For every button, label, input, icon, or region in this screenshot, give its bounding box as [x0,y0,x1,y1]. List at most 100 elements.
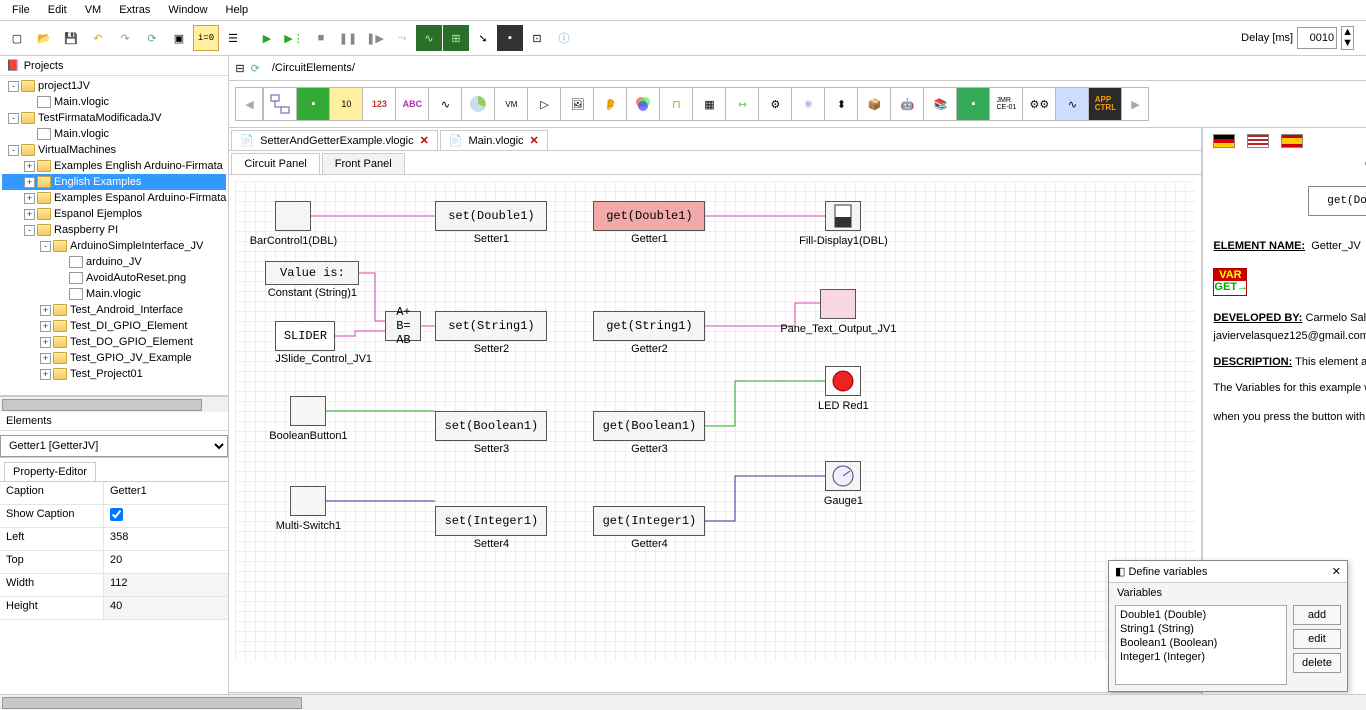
step-button[interactable]: ❚▶ [362,25,388,51]
tree-item[interactable]: arduino_JV [2,254,226,270]
graph2-button[interactable]: ⊞ [443,25,469,51]
variables-list[interactable]: Double1 (Double)String1 (String)Boolean1… [1202,605,1287,685]
block-const[interactable]: Value is: [265,261,359,285]
block-multi[interactable] [290,486,326,516]
tree-item[interactable]: +English Examples [2,174,226,190]
pal-ear-icon[interactable]: 👂 [593,87,627,121]
pal-jmr-icon[interactable]: JMRCE-01 [989,87,1023,121]
tree-item[interactable]: +Examples Espanol Arduino-Firmata [2,190,226,206]
pause-button[interactable]: ❚❚ [335,25,361,51]
open-button[interactable]: 📂 [31,25,57,51]
expand-icon[interactable]: + [24,209,35,220]
close-icon[interactable]: ✕ [420,134,429,147]
property-value[interactable]: 20 [104,551,228,573]
tab-setter-getter[interactable]: 📄 SetterAndGetterExample.vlogic ✕ [231,130,437,150]
dialog-edit-button[interactable]: edit [1293,629,1341,649]
pal-gear-icon[interactable]: ⚙ [758,87,792,121]
pal-sine-icon[interactable]: ∿ [1055,87,1089,121]
dialog-add-button[interactable]: add [1293,605,1341,625]
debug-button[interactable]: ▶⋮ [281,25,307,51]
pal-diagram-icon[interactable] [263,87,297,121]
pal-books-icon[interactable]: 📚 [923,87,957,121]
circuit-canvas[interactable]: BarControl1(DBL)set(Double1)Setter1get(D… [235,181,1195,661]
terminal-button[interactable]: ▪ [497,25,523,51]
block-ab[interactable]: A+ B= AB [385,311,421,341]
expand-icon[interactable]: + [40,305,51,316]
block-boolbtn[interactable] [290,396,326,426]
select-button[interactable]: ▣ [166,25,192,51]
tree-item[interactable]: Main.vlogic [2,286,226,302]
tree-item[interactable]: +Test_Project01 [2,366,226,382]
window-button[interactable]: ⊡ [524,25,550,51]
pal-resize-icon[interactable]: ⇿ [725,87,759,121]
pal-robot-icon[interactable]: 🤖 [890,87,924,121]
pal-grid-icon[interactable]: ▦ [692,87,726,121]
block-get_bo[interactable]: get(Boolean1) [593,411,705,441]
tree-item[interactable]: -Raspberry PI [2,222,226,238]
project-tree[interactable]: -project1JVMain.vlogic-TestFirmataModifi… [0,76,228,396]
stop-button[interactable]: ■ [308,25,334,51]
pal-flow-icon[interactable]: ⬍ [824,87,858,121]
pal-10-icon[interactable]: 10 [329,87,363,121]
tree-item[interactable]: -VirtualMachines [2,142,226,158]
info-button[interactable]: ⓘ [551,25,577,51]
property-value[interactable]: 358 [104,528,228,550]
property-editor-tab[interactable]: Property-Editor [4,462,96,481]
expand-icon[interactable]: - [8,145,19,156]
tree-item[interactable]: -ArduinoSimpleInterface_JV [2,238,226,254]
pal-green-icon[interactable]: ▪ [296,87,330,121]
run-button[interactable]: ▶ [254,25,280,51]
flag-es-icon[interactable] [1281,134,1303,148]
tree-item[interactable]: +Test_DO_GPIO_Element [2,334,226,350]
expand-icon[interactable]: + [24,193,35,204]
variable-item[interactable]: String1 (String) [1202,622,1284,636]
menu-file[interactable]: File [4,2,38,18]
variables-button[interactable]: i=0 [193,25,219,51]
property-value[interactable] [104,505,228,527]
tree-hscroll[interactable] [0,396,228,412]
flag-us-icon[interactable] [1247,134,1269,148]
step-into-button[interactable]: ⤳ [389,25,415,51]
expand-icon[interactable]: - [8,113,19,124]
block-fill[interactable] [825,201,861,231]
tab-main[interactable]: 📄 Main.vlogic ✕ [440,130,548,150]
expand-icon[interactable]: - [24,225,35,236]
expand-icon[interactable]: + [24,161,35,172]
redo-button[interactable]: ↷ [112,25,138,51]
property-value[interactable]: Getter1 [104,482,228,504]
undo-button[interactable]: ↶ [85,25,111,51]
block-gauge[interactable] [825,461,861,491]
info-hscroll[interactable] [1202,694,1366,708]
block-led[interactable] [825,366,861,396]
delay-stepper[interactable]: ▲▼ [1341,26,1354,50]
tree-item[interactable]: +Test_DI_GPIO_Element [2,318,226,334]
tree-item[interactable]: +Examples English Arduino-Firmata [2,158,226,174]
tree-item[interactable]: +Test_Android_Interface [2,302,226,318]
breadcrumb-refresh-button[interactable]: ⟳ [251,62,260,75]
block-slider[interactable]: SLIDER [275,321,335,351]
block-pane[interactable] [820,289,856,319]
block-set_db[interactable]: set(Double1) [435,201,547,231]
expand-icon[interactable]: + [40,369,51,380]
pal-port-icon[interactable]: ⊓ [659,87,693,121]
arrow-button[interactable]: ➘ [470,25,496,51]
block-get_in[interactable]: get(Integer1) [593,506,705,536]
flag-de-icon[interactable] [1213,134,1235,148]
block-barctrl[interactable] [275,201,311,231]
menu-edit[interactable]: Edit [40,2,75,18]
pal-chip-icon[interactable]: ▪ [956,87,990,121]
pal-atom-icon[interactable]: ⚛ [791,87,825,121]
pal-appctrl-icon[interactable]: APPCTRL [1088,87,1122,121]
refresh-button[interactable]: ⟳ [139,25,165,51]
pal-amp-icon[interactable]: ▷ [527,87,561,121]
block-set_st[interactable]: set(String1) [435,311,547,341]
tree-item[interactable]: -TestFirmataModificadaJV [2,110,226,126]
variable-item[interactable]: Double1 (Double) [1202,608,1284,622]
block-get_st[interactable]: get(String1) [593,311,705,341]
tree-item[interactable]: Main.vlogic [2,126,226,142]
tree-item[interactable]: +Espanol Ejemplos [2,206,226,222]
pal-img-icon[interactable]: 🖼 [560,87,594,121]
dialog-delete-button[interactable]: delete [1293,653,1341,673]
property-value[interactable]: 112 [104,574,228,596]
palette-prev[interactable]: ◀ [235,87,263,121]
